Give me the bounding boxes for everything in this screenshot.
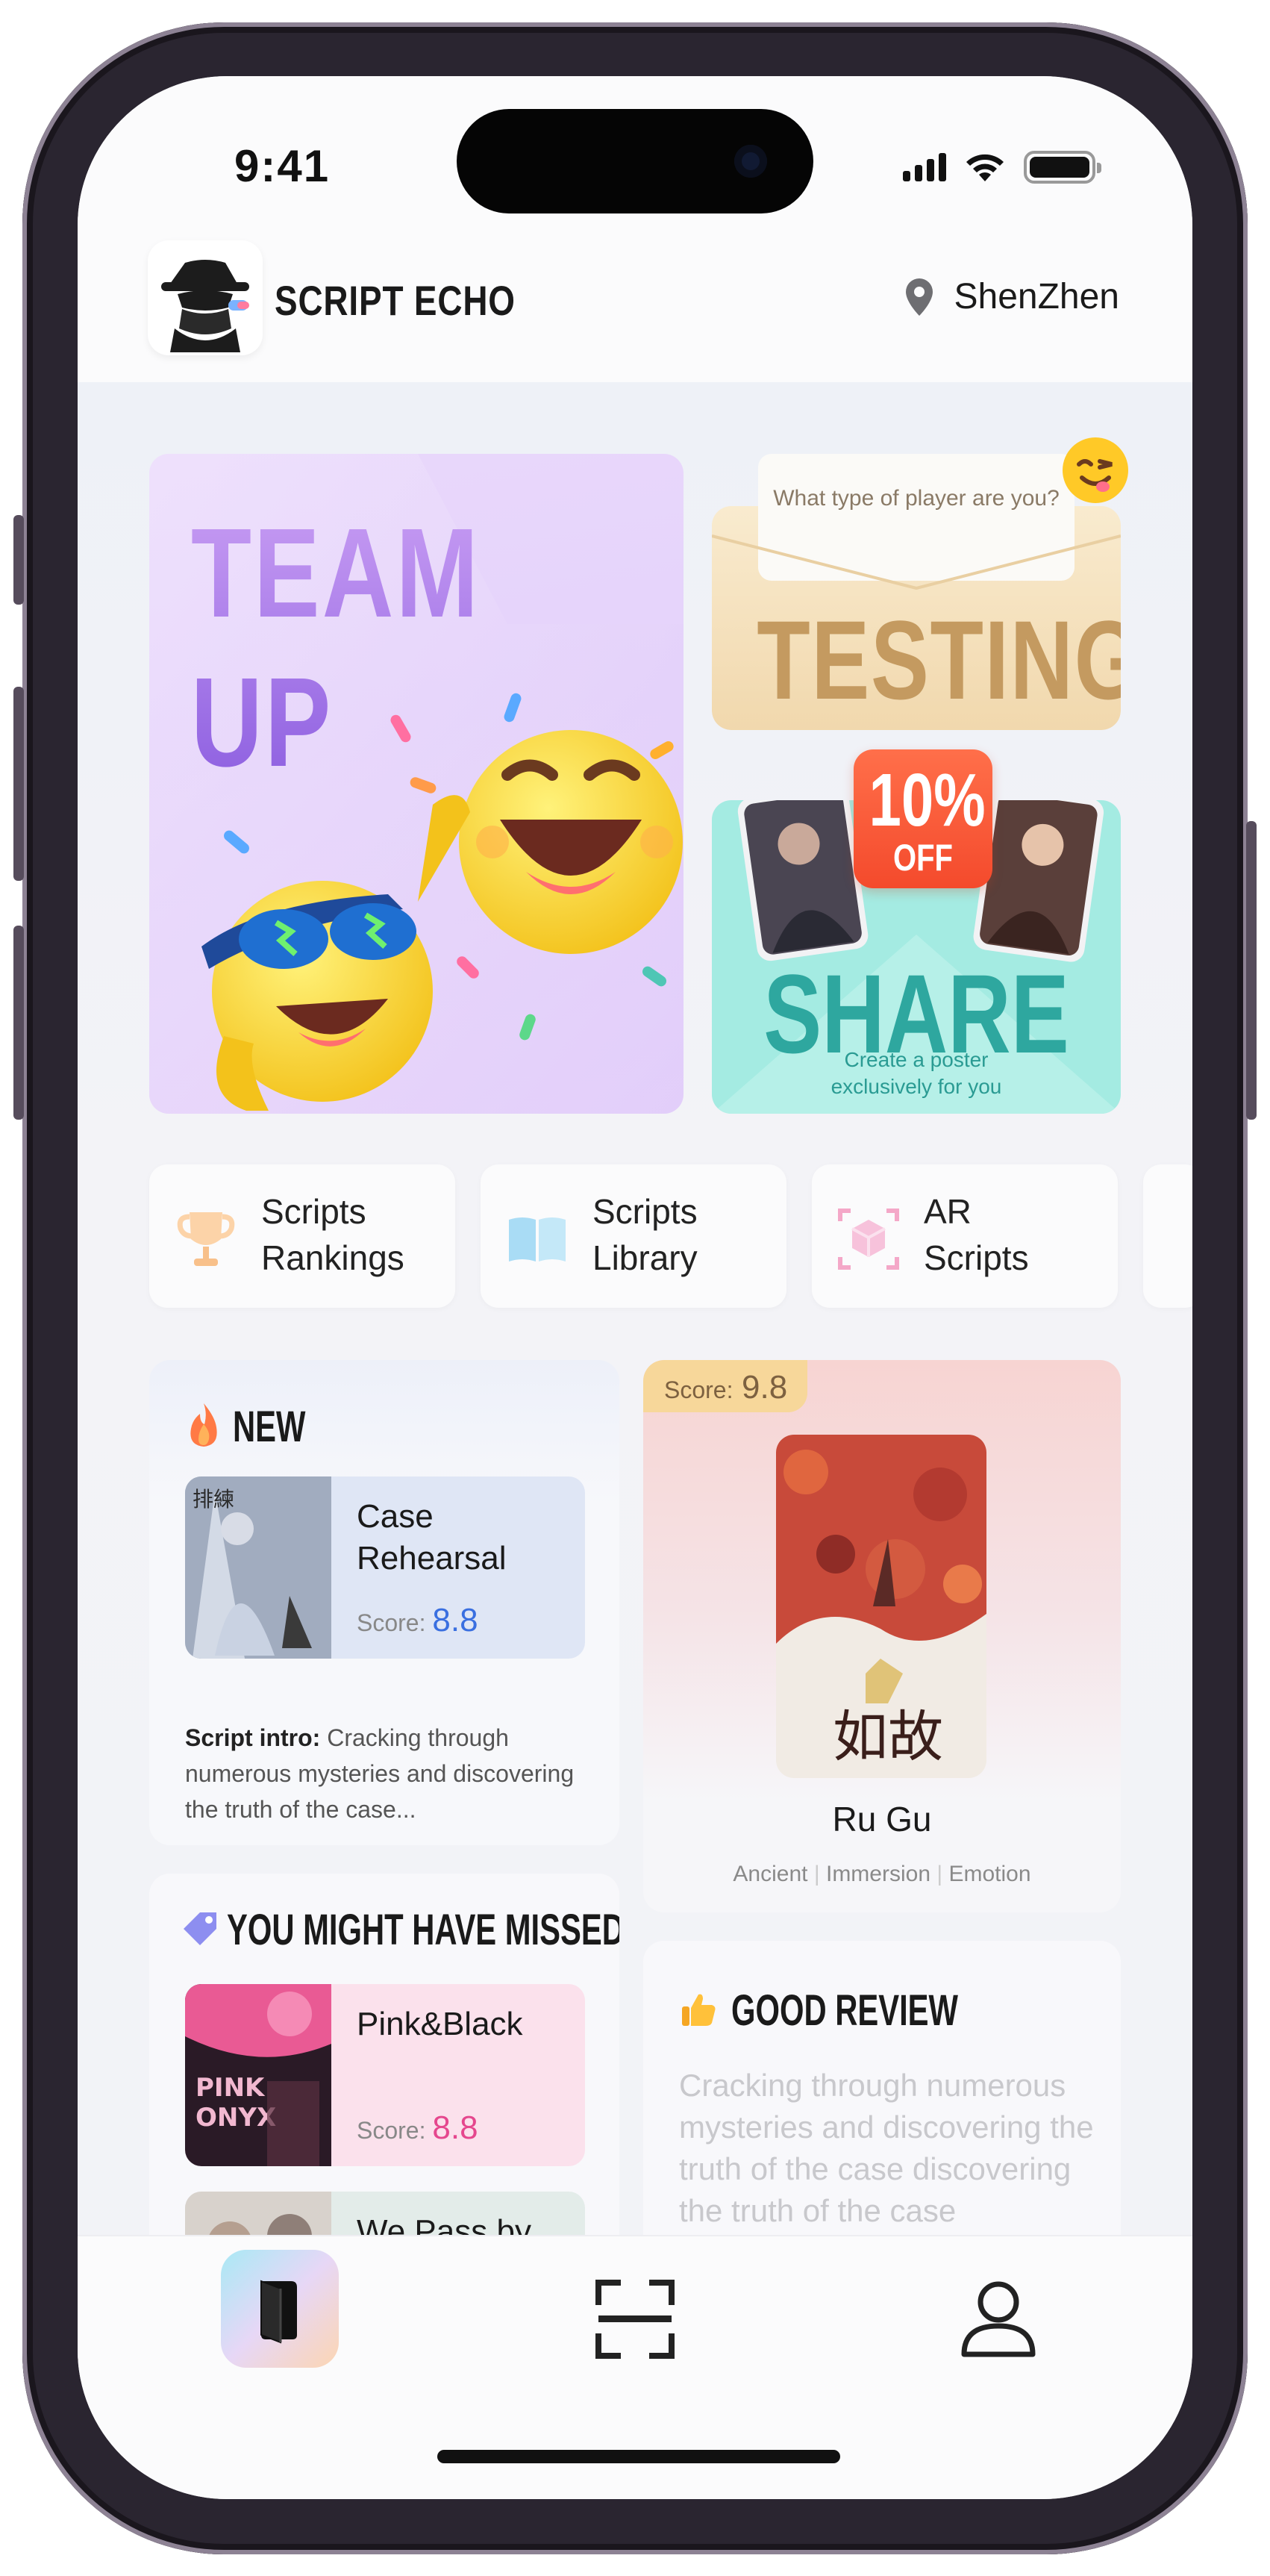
book-tab-icon: [251, 2277, 310, 2344]
battery-icon: [1024, 151, 1095, 184]
quick-link-scripts-rankings[interactable]: Scripts Rankings: [149, 1164, 455, 1308]
location-selector[interactable]: ShenZhen: [904, 276, 1119, 317]
user-icon[interactable]: [957, 2277, 1040, 2360]
status-bar: 9:41: [78, 76, 1192, 225]
testing-question: What type of player are you?: [757, 481, 1076, 517]
script-item-case-rehearsal[interactable]: 排練 Case Rehearsal Score: 8.8: [185, 1476, 585, 1659]
quick-link-label-line1: AR: [924, 1188, 1029, 1235]
score-value: 8.8: [432, 1602, 478, 1638]
signal-icon: [903, 153, 946, 181]
scan-icon[interactable]: [595, 2280, 675, 2359]
detective-logo-icon[interactable]: [148, 240, 263, 355]
ar-cube-icon: [836, 1206, 901, 1272]
score-label: Score:: [357, 1609, 425, 1636]
score-value: 8.8: [432, 2109, 478, 2146]
winking-emoji-icon: [1060, 434, 1131, 506]
quick-link-more[interactable]: [1143, 1164, 1192, 1308]
brand-name: SCRIPT ECHO: [275, 276, 516, 325]
discount-percent: 10%: [869, 760, 977, 841]
quick-link-ar-scripts[interactable]: AR Scripts: [812, 1164, 1118, 1308]
featured-title: Ru Gu: [643, 1799, 1121, 1839]
team-up-title: TEAM UP: [191, 499, 481, 797]
featured-score-tag: Score: 9.8: [643, 1360, 807, 1412]
quick-link-label-line2: Rankings: [261, 1235, 404, 1281]
quick-link-label: Scripts Library: [592, 1188, 698, 1281]
svg-text:PINK: PINK: [195, 2073, 266, 2103]
pink-black-cover: PINK ONYX: [185, 1984, 331, 2166]
testing-title: TESTING: [757, 596, 1075, 725]
tag: Emotion: [949, 1862, 1031, 1886]
phone-side-button: [1246, 821, 1257, 1120]
map-pin-icon: [904, 277, 934, 317]
quick-link-label: AR Scripts: [924, 1188, 1029, 1281]
svg-text:如故: 如故: [833, 1705, 943, 1769]
team-up-banner[interactable]: TEAM UP: [149, 454, 684, 1114]
quick-link-label-line1: Scripts: [261, 1188, 404, 1235]
missed-heading: YOU MIGHT HAVE MISSED: [227, 1905, 619, 1955]
app-screen: 9:41 SCRIPT ECHO: [78, 76, 1192, 2499]
tag: Immersion: [826, 1862, 930, 1886]
svg-text:排練: 排練: [193, 1487, 234, 1512]
camera-icon: [734, 145, 767, 178]
script-intro: Script intro: Cracking through numerous …: [185, 1720, 588, 1827]
ru-gu-poster: 如故: [776, 1435, 986, 1778]
good-review-heading: GOOD REVIEW: [731, 1986, 958, 2036]
dynamic-island: [457, 109, 813, 213]
new-heading: NEW: [233, 1402, 305, 1452]
score-label: Score:: [664, 1376, 733, 1404]
case-rehearsal-cover: 排練: [185, 1476, 331, 1659]
discount-off: OFF: [868, 841, 979, 875]
tag-icon: [178, 1906, 222, 1951]
location-label: ShenZhen: [954, 276, 1119, 317]
quick-link-scripts-library[interactable]: Scripts Library: [481, 1164, 786, 1308]
item-title: Case Rehearsal: [357, 1496, 573, 1579]
book-icon: [504, 1206, 570, 1272]
svg-text:ONYX: ONYX: [195, 2103, 276, 2133]
status-time: 9:41: [234, 140, 330, 192]
tab-home[interactable]: [221, 2250, 339, 2368]
quick-link-label-line2: Library: [592, 1235, 698, 1281]
team-up-title-line1: TEAM: [191, 499, 481, 648]
score-label: Score:: [357, 2117, 425, 2144]
phone-side-button: [13, 515, 24, 605]
featured-script-card[interactable]: Score: 9.8 如故 Ru Gu Ancient | Immersion …: [643, 1360, 1121, 1912]
quick-links: Scripts Rankings Scripts Library AR Scr: [149, 1164, 1192, 1308]
tag-divider: |: [936, 1862, 942, 1886]
status-icons: [903, 151, 1095, 184]
home-indicator[interactable]: [437, 2450, 840, 2463]
featured-tags: Ancient | Immersion | Emotion: [643, 1862, 1121, 1887]
script-item-pink-black[interactable]: PINK ONYX Pink&Black Score: 8.8: [185, 1984, 585, 2166]
item-score: Score: 8.8: [357, 2109, 478, 2147]
share-subtitle: Create a poster exclusively for you: [712, 1047, 1121, 1100]
team-up-title-line2: UP: [191, 648, 481, 797]
share-subtitle-line2: exclusively for you: [712, 1073, 1121, 1100]
quick-link-label: Scripts Rankings: [261, 1188, 404, 1281]
discount-badge: 10% OFF: [854, 749, 992, 888]
fire-icon: [185, 1402, 222, 1448]
item-score: Score: 8.8: [357, 1602, 478, 1639]
tag-divider: |: [814, 1862, 820, 1886]
wifi-icon: [964, 152, 1006, 183]
score-value: 9.8: [742, 1369, 787, 1406]
quick-link-label-line1: Scripts: [592, 1188, 698, 1235]
share-subtitle-line1: Create a poster: [712, 1047, 1121, 1073]
tag: Ancient: [733, 1862, 807, 1886]
item-title: Pink&Black: [357, 2003, 573, 2045]
quick-link-label-line2: Scripts: [924, 1235, 1029, 1281]
trophy-icon: [173, 1206, 239, 1272]
script-intro-label: Script intro:: [185, 1724, 320, 1751]
good-review-text: Cracking through numerous mysteries and …: [679, 2065, 1097, 2232]
phone-side-button: [13, 926, 24, 1120]
phone-side-button: [13, 687, 24, 881]
thumbs-up-icon: [679, 1990, 718, 2029]
